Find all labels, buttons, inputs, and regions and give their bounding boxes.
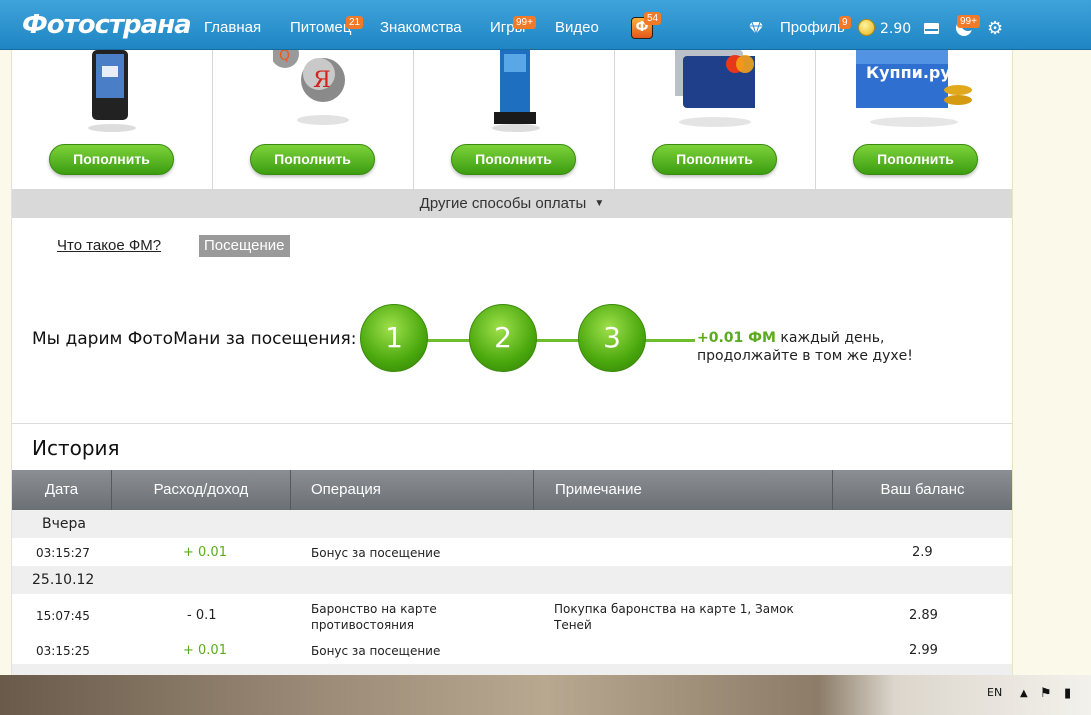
row-amount: + 0.01 — [183, 643, 227, 658]
nav-pet[interactable]: Питомец — [290, 19, 351, 36]
gear-icon[interactable]: ⚙ — [987, 18, 1003, 39]
bank-card-icon — [675, 50, 755, 127]
visit-bonus-section: Что такое ФМ? Посещение Мы дарим ФотоМан… — [12, 218, 1012, 423]
visit-tab[interactable]: Посещение — [199, 235, 290, 257]
topup-button-sms[interactable]: Пополнить — [49, 144, 174, 175]
nav-home[interactable]: Главная — [204, 19, 261, 36]
step-1: 1 — [360, 304, 428, 372]
col-amount: Расход/доход — [112, 470, 291, 510]
qiwi-yandex-icon: Q Я — [273, 50, 349, 125]
bonus-line-2: продолжайте в том же духе! — [697, 348, 913, 364]
day-group-header-partial — [12, 664, 1012, 675]
row-balance: 2.9 — [912, 545, 933, 560]
row-balance: 2.89 — [909, 608, 938, 623]
day-group-header: Вчера — [12, 510, 1012, 538]
row-operation: Бонус за посещение — [311, 644, 441, 658]
svg-text:Я: Я — [313, 68, 331, 93]
history-header: История — [12, 423, 1012, 470]
topup-button-terminal[interactable]: Пополнить — [451, 144, 576, 175]
row-amount: - 0.1 — [187, 608, 217, 623]
row-amount: + 0.01 — [183, 545, 227, 560]
tray-arrow-icon[interactable]: ▲ — [1020, 688, 1028, 699]
network-icon[interactable]: ▮ — [1064, 686, 1071, 701]
phone-icon — [88, 50, 136, 132]
top-navigation-bar: Фотострана Главная Питомец 21 Знакомства… — [0, 0, 1091, 50]
history-table-header: Дата Расход/доход Операция Примечание Ва… — [12, 470, 1012, 510]
site-logo[interactable]: Фотострана — [22, 10, 192, 40]
bonus-line-1: +0.01 ФМ каждый день, — [697, 330, 885, 346]
bonus-text: каждый день, — [780, 330, 885, 346]
row-operation: Бонус за посещение — [311, 546, 441, 560]
table-row: 03:15:25 + 0.01 Бонус за посещение 2.99 — [12, 638, 1012, 664]
step-3: 3 — [578, 304, 646, 372]
row-time: 03:15:25 — [36, 644, 90, 658]
row-balance: 2.99 — [909, 643, 938, 658]
payment-card-terminal: Пополнить — [414, 50, 615, 189]
other-payment-methods-label: Другие способы оплаты — [419, 195, 587, 212]
history-title: История — [32, 436, 120, 460]
payment-card-kuppi: Куппи.ру Пополнить — [816, 50, 1017, 189]
nav-video[interactable]: Видео — [555, 19, 599, 36]
row-time: 03:15:27 — [36, 546, 90, 560]
payment-card-sms: Пополнить — [12, 50, 213, 189]
table-row: 15:07:45 - 0.1 Баронство на карте против… — [12, 594, 1012, 638]
diamond-icon[interactable] — [749, 22, 763, 34]
table-row: 03:15:27 + 0.01 Бонус за посещение 2.9 — [12, 538, 1012, 566]
col-balance: Ваш баланс — [880, 481, 965, 498]
language-indicator[interactable]: EN — [987, 686, 1002, 699]
page-left-margin — [0, 50, 12, 680]
page-right-margin — [1012, 50, 1091, 680]
other-payment-methods-toggle[interactable]: Другие способы оплаты ▼ — [12, 189, 1012, 218]
step-2: 2 — [469, 304, 537, 372]
col-date: Дата — [12, 470, 112, 510]
windows-taskbar — [0, 675, 1091, 715]
fm-balance[interactable]: 2.90 — [880, 21, 911, 37]
day-label: 25.10.12 — [32, 572, 95, 588]
day-group-header: 25.10.12 — [12, 566, 1012, 594]
col-note: Примечание — [534, 470, 833, 510]
payment-card-bank: Пополнить — [615, 50, 816, 189]
what-is-fm-link[interactable]: Что такое ФМ? — [57, 237, 161, 254]
pet-badge: 21 — [346, 16, 364, 29]
row-time: 15:07:45 — [36, 609, 90, 623]
row-operation: Баронство на карте противостояния — [311, 602, 437, 632]
topup-button-qiwi[interactable]: Пополнить — [250, 144, 375, 175]
games-badge: 99+ — [513, 16, 536, 29]
chevron-down-icon: ▼ — [594, 198, 605, 209]
payment-card-qiwi: Q Я Пополнить — [213, 50, 414, 189]
terminal-icon — [492, 50, 540, 132]
svg-text:Куппи.ру: Куппи.ру — [866, 63, 951, 82]
mail-icon[interactable] — [924, 23, 939, 34]
col-operation: Операция — [291, 470, 534, 510]
notifications-badge: 99+ — [957, 15, 980, 28]
kuppi-wallet-icon: Куппи.ру — [856, 50, 972, 127]
row-note: Покупка баронства на карте 1, Замок Тене… — [554, 602, 794, 632]
topup-button-bank[interactable]: Пополнить — [652, 144, 777, 175]
profile-badge: 9 — [839, 16, 851, 29]
flag-icon[interactable]: ⚑ — [1040, 686, 1052, 701]
steps-connector — [425, 339, 695, 342]
day-label: Вчера — [42, 516, 86, 532]
game-app-badge: 54 — [644, 12, 662, 25]
nav-dating[interactable]: Знакомства — [380, 19, 462, 36]
gift-description: Мы дарим ФотоМани за посещения: — [32, 329, 357, 349]
topup-button-kuppi[interactable]: Пополнить — [853, 144, 978, 175]
coin-icon[interactable] — [858, 19, 875, 36]
payment-methods: Пополнить Q Я Пополнить Пополнить Пополн… — [12, 50, 1012, 189]
svg-text:Q: Q — [279, 50, 290, 64]
nav-profile[interactable]: Профиль — [780, 19, 845, 36]
bonus-amount: +0.01 ФМ — [697, 330, 776, 346]
